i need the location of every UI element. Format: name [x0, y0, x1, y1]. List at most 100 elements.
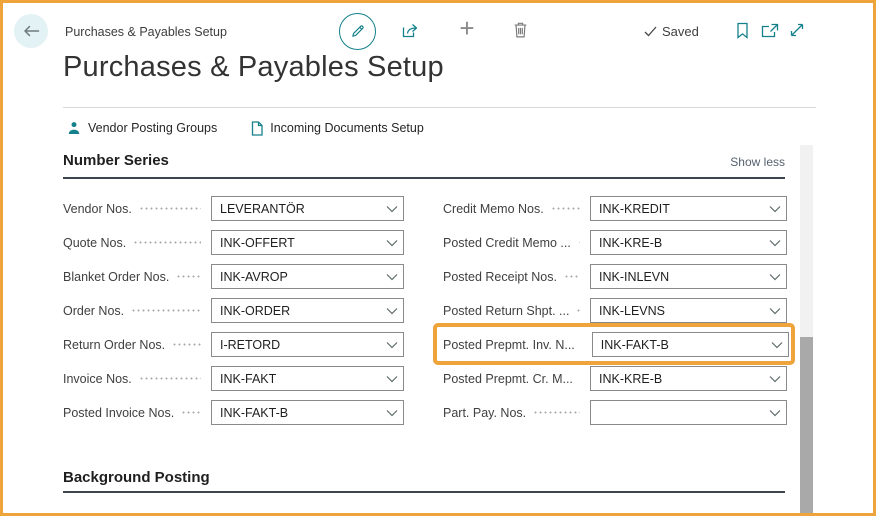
vertical-scrollbar-track[interactable] [800, 145, 813, 513]
field-label: Order Nos. [63, 303, 125, 318]
open-in-window-button[interactable] [761, 23, 779, 38]
field-row-part-pay-nos: Part. Pay. Nos. [443, 400, 787, 425]
vendor-posting-groups-link[interactable]: Vendor Posting Groups [67, 121, 217, 135]
combobox-value: INK-KRE-B [599, 371, 663, 386]
edit-button[interactable] [339, 13, 376, 50]
dotted-leader [138, 196, 201, 221]
vendor-nos-combobox[interactable]: LEVERANTÖR [211, 196, 404, 221]
chevron-down-icon[interactable] [381, 273, 403, 281]
posted-credit-memo-nos-combobox[interactable]: INK-KRE-B [590, 230, 787, 255]
chevron-down-icon[interactable] [381, 375, 403, 383]
posted-invoice-nos-combobox[interactable]: INK-FAKT-B [211, 400, 404, 425]
app-window: Purchases & Payables Setup + Saved Purch… [0, 0, 876, 516]
action-bar: Vendor Posting Groups Incoming Documents… [67, 118, 424, 138]
field-label: Posted Prepmt. Inv. N... [443, 337, 575, 352]
dotted-leader [181, 400, 201, 425]
posted-return-shpt-nos-combobox[interactable]: INK-LEVNS [590, 298, 787, 323]
dotted-leader [133, 230, 201, 255]
field-label: Credit Memo Nos. [443, 201, 544, 216]
posted-prepmt-inv-nos-combobox[interactable]: INK-FAKT-B [591, 332, 789, 357]
field-row-posted-receipt-nos: Posted Receipt Nos. INK-INLEVN [443, 264, 787, 289]
credit-memo-nos-combobox[interactable]: INK-KREDIT [590, 196, 787, 221]
person-icon [67, 121, 81, 135]
field-row-credit-memo-nos: Credit Memo Nos. INK-KREDIT [443, 196, 787, 221]
show-less-link[interactable]: Show less [730, 155, 785, 169]
field-row-return-order-nos: Return Order Nos. I-RETORD [63, 332, 404, 357]
field-label: Posted Invoice Nos. [63, 405, 175, 420]
chevron-down-icon[interactable] [381, 239, 403, 247]
combobox-value: INK-FAKT-B [220, 405, 289, 420]
return-order-nos-combobox[interactable]: I-RETORD [211, 332, 404, 357]
posted-receipt-nos-combobox[interactable]: INK-INLEVN [590, 264, 787, 289]
field-label: Posted Credit Memo ... [443, 235, 571, 250]
field-row-vendor-nos: Vendor Nos. LEVERANTÖR [63, 196, 404, 221]
combobox-value: LEVERANTÖR [220, 201, 305, 216]
chevron-down-icon[interactable] [764, 375, 786, 383]
part-pay-nos-combobox[interactable] [590, 400, 787, 425]
chevron-down-icon[interactable] [764, 239, 786, 247]
field-label: Quote Nos. [63, 235, 127, 250]
field-row-quote-nos: Quote Nos. INK-OFFERT [63, 230, 404, 255]
chevron-down-icon[interactable] [764, 205, 786, 213]
dotted-leader [172, 332, 201, 357]
share-button[interactable] [401, 22, 421, 39]
field-row-posted-return-shpt-nos: Posted Return Shpt. ... INK-LEVNS [443, 298, 787, 323]
check-icon [644, 26, 657, 37]
share-icon [401, 22, 421, 39]
expand-icon [789, 22, 805, 38]
action-link-label: Vendor Posting Groups [88, 121, 218, 135]
combobox-value: INK-FAKT-B [600, 337, 669, 352]
delete-button[interactable] [512, 21, 529, 39]
bookmark-button[interactable] [736, 22, 749, 39]
combobox-value: INK-KREDIT [599, 201, 670, 216]
new-button[interactable]: + [454, 15, 480, 41]
expand-button[interactable] [789, 22, 805, 38]
blanket-order-nos-combobox[interactable]: INK-AVROP [211, 264, 404, 289]
dotted-leader [138, 366, 201, 391]
invoice-nos-combobox[interactable]: INK-FAKT [211, 366, 404, 391]
field-label: Blanket Order Nos. [63, 269, 170, 284]
chevron-down-icon[interactable] [764, 307, 786, 315]
background-posting-divider [63, 491, 785, 493]
chevron-down-icon[interactable] [381, 341, 403, 349]
page-title: Purchases & Payables Setup [63, 51, 444, 83]
chevron-down-icon[interactable] [764, 273, 786, 281]
section-title-background-posting[interactable]: Background Posting [63, 469, 210, 486]
chevron-down-icon[interactable] [766, 341, 788, 349]
chevron-down-icon[interactable] [381, 307, 403, 315]
back-button[interactable] [14, 14, 48, 48]
pencil-icon [349, 23, 366, 40]
field-label: Posted Prepmt. Cr. M... [443, 371, 573, 386]
trash-icon [512, 21, 529, 39]
combobox-value: INK-AVROP [220, 269, 288, 284]
quote-nos-combobox[interactable]: INK-OFFERT [211, 230, 404, 255]
number-series-right-column: Credit Memo Nos. INK-KREDIT Posted Credi… [443, 196, 789, 425]
incoming-documents-setup-link[interactable]: Incoming Documents Setup [251, 120, 424, 136]
dotted-leader [577, 230, 580, 255]
combobox-value: I-RETORD [220, 337, 281, 352]
open-in-window-icon [761, 23, 779, 38]
dotted-leader [131, 298, 201, 323]
field-label: Return Order Nos. [63, 337, 166, 352]
combobox-value: INK-OFFERT [220, 235, 295, 250]
order-nos-combobox[interactable]: INK-ORDER [211, 298, 404, 323]
chevron-down-icon[interactable] [381, 409, 403, 417]
combobox-value: INK-FAKT [220, 371, 277, 386]
chevron-down-icon[interactable] [381, 205, 403, 213]
combobox-value: INK-LEVNS [599, 303, 665, 318]
document-icon [251, 120, 263, 136]
chevron-down-icon[interactable] [764, 409, 786, 417]
section-title-number-series[interactable]: Number Series [63, 152, 169, 169]
field-label: Invoice Nos. [63, 371, 132, 386]
field-label: Posted Receipt Nos. [443, 269, 557, 284]
dotted-leader [550, 196, 580, 221]
bookmark-icon [736, 22, 749, 39]
posted-prepmt-cr-memo-nos-combobox[interactable]: INK-KRE-B [590, 366, 787, 391]
vertical-scrollbar-thumb[interactable] [800, 337, 813, 513]
save-status-label: Saved [662, 24, 699, 39]
combobox-value: INK-ORDER [220, 303, 291, 318]
field-label: Vendor Nos. [63, 201, 132, 216]
breadcrumb[interactable]: Purchases & Payables Setup [65, 25, 227, 39]
action-link-label: Incoming Documents Setup [270, 121, 424, 135]
field-row-order-nos: Order Nos. INK-ORDER [63, 298, 404, 323]
